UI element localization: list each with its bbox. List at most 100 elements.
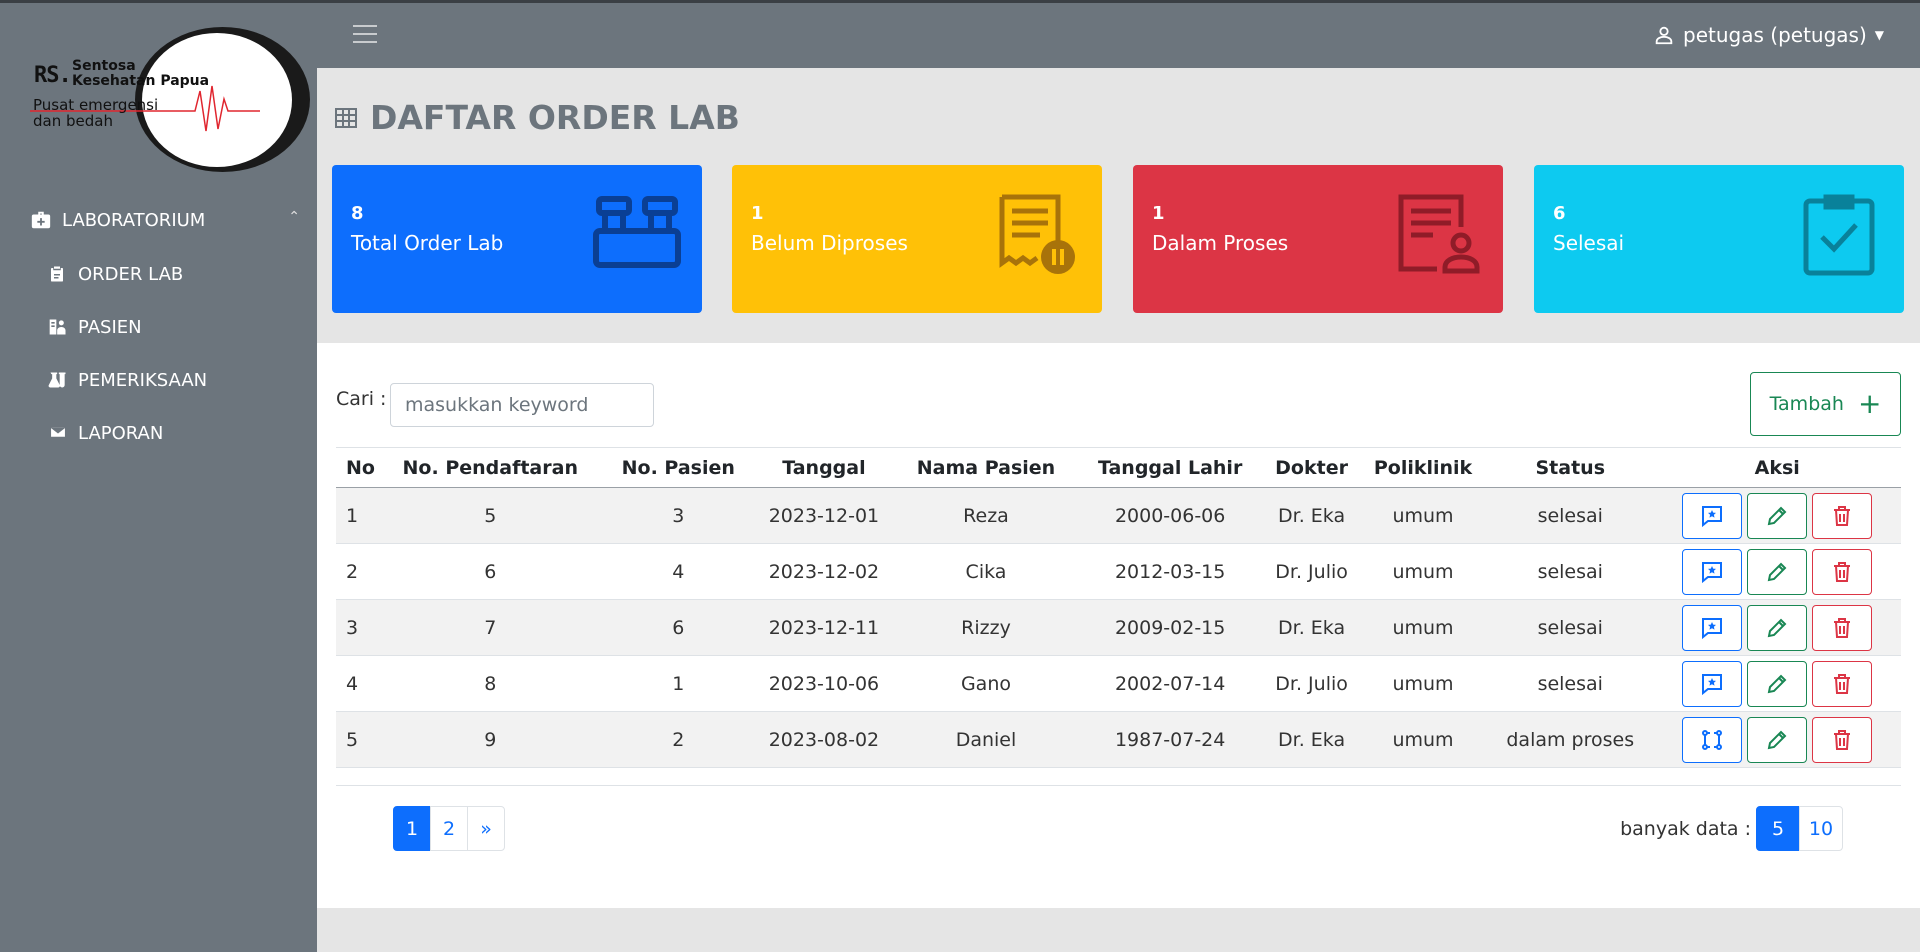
- user-name: petugas (petugas): [1683, 23, 1867, 47]
- sidebar-section-label: LABORATORIUM: [62, 209, 206, 231]
- medkit-icon: [30, 209, 52, 231]
- page-2-button[interactable]: 2: [430, 806, 468, 851]
- cell-tanggal: 2023-12-02: [752, 543, 896, 600]
- cell-status: selesai: [1487, 543, 1654, 600]
- table-header-row: No No. Pendaftaran No. Pasien Tanggal Na…: [336, 447, 1901, 488]
- pencil-icon: [1765, 616, 1789, 640]
- sidebar-item-order-lab[interactable]: ORDER LAB: [48, 258, 183, 290]
- card-value: 6: [1553, 203, 1566, 224]
- delete-button[interactable]: [1812, 604, 1873, 651]
- pagination: 1 2 »: [393, 806, 505, 851]
- menu-toggle-icon[interactable]: [353, 25, 377, 45]
- cell-tanggal: 2023-10-06: [752, 655, 896, 712]
- card-label: Belum Diproses: [751, 231, 908, 255]
- edit-button[interactable]: [1747, 660, 1808, 707]
- sidebar-item-pemeriksaan[interactable]: PEMERIKSAAN: [48, 364, 207, 396]
- sidebar-section-laboratorium[interactable]: LABORATORIUM ⌃: [30, 203, 300, 237]
- column-header: Tanggal Lahir: [1076, 447, 1265, 488]
- cell-actions: [1653, 543, 1901, 600]
- cell-status: selesai: [1487, 655, 1654, 712]
- caret-down-icon: ▼: [1874, 28, 1884, 42]
- cell-no-pendaftaran: 5: [376, 487, 605, 544]
- edit-button[interactable]: [1747, 548, 1808, 595]
- logo-rs: RS.: [34, 63, 72, 88]
- delete-button[interactable]: [1812, 548, 1873, 595]
- order-lab-table: No No. Pendaftaran No. Pasien Tanggal Na…: [336, 447, 1901, 768]
- cell-dokter: Dr. Eka: [1264, 599, 1359, 656]
- view-result-button[interactable]: [1682, 660, 1743, 707]
- column-header: No. Pendaftaran: [376, 447, 605, 488]
- cell-tgl-lahir: 2012-03-15: [1076, 543, 1265, 600]
- chevron-up-icon: ⌃: [288, 209, 300, 225]
- cell-poli: umum: [1358, 543, 1488, 600]
- page-title-text: DAFTAR ORDER LAB: [370, 98, 740, 137]
- table-row: 3 7 6 2023-12-11 Rizzy 2009-02-15 Dr. Eka umum s…: [336, 599, 1901, 656]
- workflow-icon: [1700, 728, 1724, 752]
- view-result-button[interactable]: [1682, 604, 1743, 651]
- sidebar-item-laporan[interactable]: LAPORAN: [48, 417, 163, 449]
- cell-no-pasien: 4: [604, 543, 753, 600]
- clipboard-check-icon: [1803, 194, 1875, 276]
- message-star-icon: [1700, 560, 1724, 584]
- table-row: 4 8 1 2023-10-06 Gano 2002-07-14 Dr. Julio umum…: [336, 655, 1901, 712]
- next-page-button[interactable]: »: [467, 806, 505, 851]
- table-row: 1 5 3 2023-12-01 Reza 2000-06-06 Dr. Eka umum se…: [336, 487, 1901, 544]
- cell-poli: umum: [1358, 655, 1488, 712]
- delete-button[interactable]: [1812, 716, 1873, 763]
- cell-tanggal: 2023-12-11: [752, 599, 896, 656]
- delete-button[interactable]: [1812, 492, 1873, 539]
- view-result-button[interactable]: [1682, 548, 1743, 595]
- cell-dokter: Dr. Julio: [1264, 655, 1359, 712]
- cell-dokter: Dr. Julio: [1264, 543, 1359, 600]
- cell-no-pendaftaran: 7: [376, 599, 605, 656]
- logo-name: Sentosa Kesehatan Papua: [72, 58, 210, 89]
- trash-icon: [1830, 728, 1854, 752]
- search-label: Cari :: [336, 388, 387, 410]
- process-button[interactable]: [1682, 716, 1743, 763]
- column-header: Tanggal: [752, 447, 896, 488]
- cell-nama: Cika: [895, 543, 1077, 600]
- cell-no: 1: [336, 487, 376, 544]
- cell-poli: umum: [1358, 711, 1488, 768]
- cell-tgl-lahir: 2002-07-14: [1076, 655, 1265, 712]
- edit-button[interactable]: [1747, 604, 1808, 651]
- cell-nama: Gano: [895, 655, 1077, 712]
- sidebar-item-pasien[interactable]: PASIEN: [48, 311, 142, 343]
- card-total-order: 8 Total Order Lab: [332, 165, 702, 313]
- card-value: 1: [1152, 203, 1165, 224]
- card-label: Dalam Proses: [1152, 231, 1289, 255]
- edit-button[interactable]: [1747, 492, 1808, 539]
- trash-icon: [1830, 560, 1854, 584]
- trash-icon: [1830, 616, 1854, 640]
- clipboard-icon: [48, 264, 68, 284]
- column-header: Nama Pasien: [895, 447, 1077, 488]
- page-1-button[interactable]: 1: [393, 806, 431, 851]
- table-row: 5 9 2 2023-08-02 Daniel 1987-07-24 Dr. Eka umum…: [336, 711, 1901, 768]
- user-menu[interactable]: petugas (petugas) ▼: [1653, 23, 1884, 47]
- cell-status: selesai: [1487, 487, 1654, 544]
- column-header: Status: [1487, 447, 1654, 488]
- cell-actions: [1653, 487, 1901, 544]
- per-page-5-button[interactable]: 5: [1756, 806, 1800, 851]
- view-result-button[interactable]: [1682, 492, 1743, 539]
- edit-button[interactable]: [1747, 716, 1808, 763]
- delete-button[interactable]: [1812, 660, 1873, 707]
- cell-no-pendaftaran: 8: [376, 655, 605, 712]
- cell-no-pendaftaran: 6: [376, 543, 605, 600]
- test-tubes-icon: [593, 196, 681, 268]
- pencil-icon: [1765, 560, 1789, 584]
- card-belum-diproses: 1 Belum Diproses: [732, 165, 1102, 313]
- sidebar-item-label: PEMERIKSAAN: [78, 369, 208, 391]
- cell-tgl-lahir: 2000-06-06: [1076, 487, 1265, 544]
- cell-no-pendaftaran: 9: [376, 711, 605, 768]
- table-row: 2 6 4 2023-12-02 Cika 2012-03-15 Dr. Julio umum…: [336, 543, 1901, 600]
- card-label: Total Order Lab: [351, 231, 504, 255]
- add-button[interactable]: Tambah +: [1750, 372, 1901, 436]
- divider: [336, 785, 1901, 786]
- per-page-10-button[interactable]: 10: [1799, 806, 1843, 851]
- search-input[interactable]: [390, 383, 654, 427]
- per-page-label: banyak data :: [1620, 817, 1751, 840]
- cell-no-pasien: 3: [604, 487, 753, 544]
- hospital-logo: RS. Sentosa Kesehatan Papua Pusat emerge…: [30, 25, 310, 175]
- topbar: petugas (petugas) ▼: [317, 0, 1920, 68]
